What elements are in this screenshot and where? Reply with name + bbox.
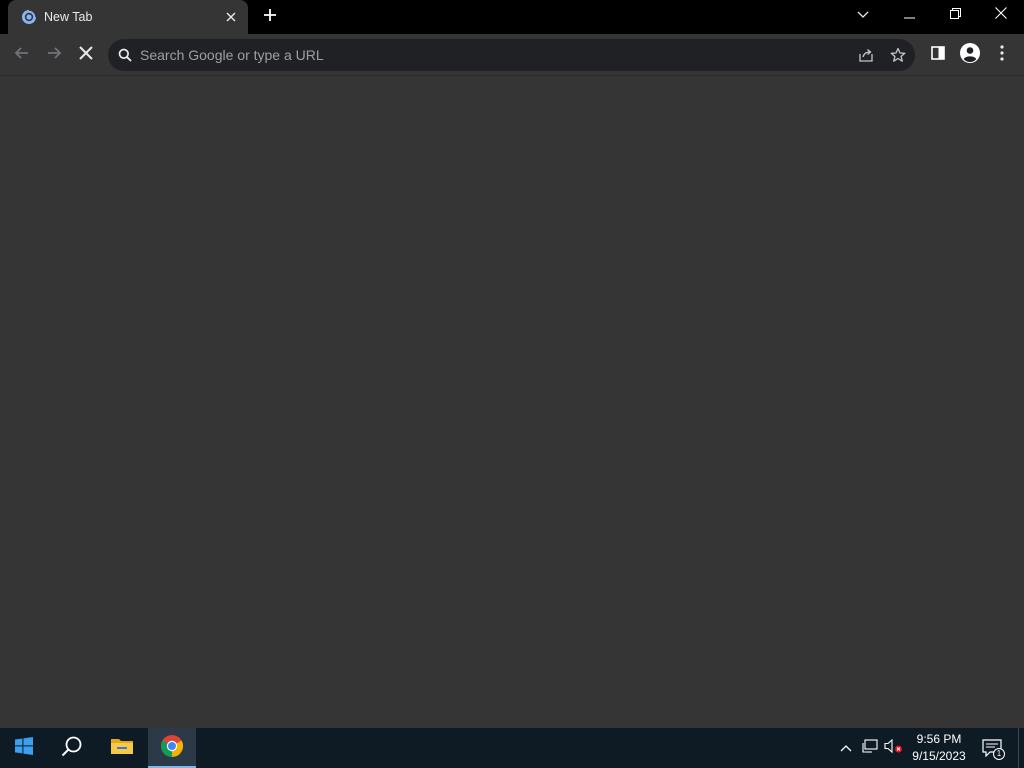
- windows-taskbar: 9:56 PM 9/15/2023 1: [0, 728, 1024, 768]
- forward-button[interactable]: [40, 41, 68, 69]
- chrome-loading-icon: [21, 9, 37, 25]
- taskbar-chrome[interactable]: [148, 728, 196, 768]
- file-explorer-icon: [110, 736, 134, 761]
- avatar-icon: [960, 42, 980, 68]
- show-desktop-button[interactable]: [1018, 728, 1024, 768]
- clock-date: 9/15/2023: [912, 749, 966, 763]
- minimize-icon: [903, 6, 915, 24]
- omnibox[interactable]: [108, 39, 915, 71]
- restore-icon: [949, 6, 961, 24]
- kebab-menu-icon: [1000, 44, 1004, 66]
- search-icon: [61, 735, 83, 762]
- browser-toolbar: [0, 34, 1024, 76]
- tab-title: New Tab: [44, 10, 93, 24]
- stop-loading-button[interactable]: [72, 41, 100, 69]
- arrow-right-icon: [46, 45, 62, 66]
- back-button[interactable]: [8, 41, 36, 69]
- new-tab-button[interactable]: [258, 5, 282, 29]
- close-icon: [995, 6, 1007, 24]
- taskbar-file-explorer[interactable]: [98, 728, 146, 768]
- volume-button[interactable]: [884, 738, 904, 758]
- chrome-menu-button[interactable]: [988, 41, 1016, 69]
- chrome-icon: [160, 734, 184, 763]
- action-center-button[interactable]: 1: [978, 734, 1008, 764]
- notification-icon: 1: [982, 739, 1005, 760]
- arrow-left-icon: [14, 45, 30, 66]
- notification-count-badge: 1: [993, 748, 1005, 760]
- search-icon: [118, 48, 132, 62]
- tab-search-button[interactable]: [840, 0, 886, 30]
- profile-button[interactable]: [956, 41, 984, 69]
- star-icon[interactable]: [888, 45, 908, 65]
- plus-icon: [263, 8, 277, 27]
- taskbar-search-button[interactable]: [48, 728, 96, 768]
- restore-button[interactable]: [932, 0, 978, 30]
- network-button[interactable]: [860, 738, 880, 758]
- tab-new-tab[interactable]: New Tab: [8, 0, 248, 34]
- side-panel-button[interactable]: [924, 41, 952, 69]
- show-hidden-icons-button[interactable]: [836, 738, 856, 758]
- volume-muted-icon: [884, 738, 904, 759]
- network-icon: [862, 738, 878, 759]
- browser-titlebar: New Tab: [0, 0, 1024, 34]
- minimize-button[interactable]: [886, 0, 932, 30]
- close-window-button[interactable]: [978, 0, 1024, 30]
- clock-time: 9:56 PM: [916, 732, 962, 746]
- windows-start-icon: [15, 736, 33, 760]
- close-icon: [79, 45, 93, 65]
- chevron-down-icon: [857, 6, 869, 24]
- chevron-up-icon: [840, 739, 852, 757]
- side-panel-icon: [931, 45, 945, 65]
- share-icon[interactable]: [856, 45, 876, 65]
- taskbar-clock[interactable]: 9:56 PM 9/15/2023: [906, 731, 972, 765]
- start-button[interactable]: [0, 728, 48, 768]
- page-content: [0, 77, 1024, 727]
- address-bar-input[interactable]: [140, 39, 840, 71]
- close-tab-icon[interactable]: [222, 8, 240, 26]
